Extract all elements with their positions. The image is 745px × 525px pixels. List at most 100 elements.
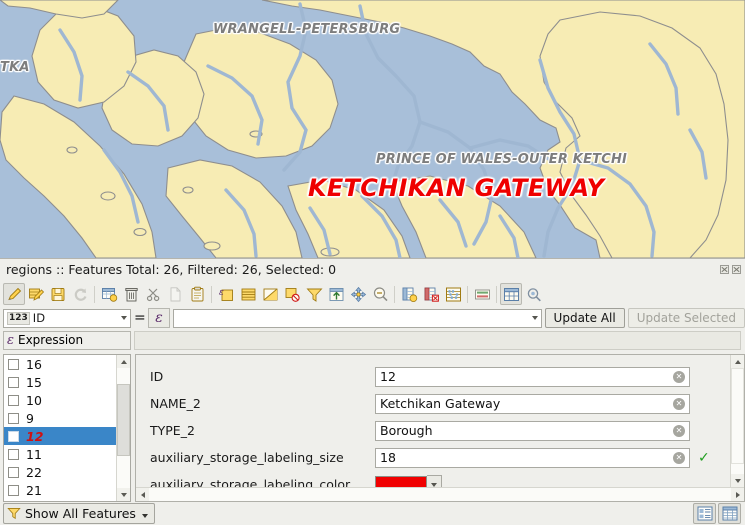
color-swatch[interactable]	[375, 476, 427, 488]
toggle-editing-button[interactable]	[3, 283, 25, 305]
form-field-value: 18	[380, 450, 396, 465]
cut-features-button[interactable]	[142, 283, 164, 305]
dock-title: regions :: Features Total: 26, Filtered:…	[6, 262, 336, 277]
delete-selected-features-button[interactable]	[120, 283, 142, 305]
form-field-input[interactable]: 18 ✕	[375, 448, 690, 468]
scroll-track[interactable]	[731, 368, 744, 474]
scroll-up-button[interactable]	[731, 355, 744, 368]
feature-checkbox[interactable]	[8, 413, 19, 424]
toolbar-separator	[467, 286, 468, 303]
pan-map-to-selected-button[interactable]	[347, 283, 369, 305]
conditional-formatting-button[interactable]	[471, 283, 493, 305]
feature-list-item[interactable]: 21	[4, 481, 116, 499]
expression-builder-button[interactable]: ε	[148, 308, 170, 328]
scissors-icon	[145, 286, 162, 303]
scroll-thumb[interactable]	[117, 384, 130, 456]
actions-button[interactable]	[522, 283, 544, 305]
update-all-button[interactable]: Update All	[545, 308, 625, 328]
clear-field-icon[interactable]: ✕	[673, 398, 685, 410]
table-view-button[interactable]	[718, 503, 741, 524]
field-select-combo[interactable]: 123 ID	[3, 309, 131, 328]
feature-list-item[interactable]: 16	[4, 355, 116, 373]
deselect-all-button[interactable]	[281, 283, 303, 305]
feature-id-label: 16	[26, 357, 42, 372]
open-field-calculator-button[interactable]	[442, 283, 464, 305]
invert-selection-button[interactable]	[259, 283, 281, 305]
feature-list-item[interactable]: 11	[4, 445, 116, 463]
toolbar-separator	[394, 286, 395, 303]
scroll-down-button[interactable]	[117, 488, 130, 501]
form-field-label: auxiliary_storage_labeling_size	[150, 450, 375, 465]
form-scroll-region: ID12✕NAME_2Ketchikan Gateway✕TYPE_2Borou…	[136, 355, 744, 487]
form-fields: ID12✕NAME_2Ketchikan Gateway✕TYPE_2Borou…	[136, 355, 730, 487]
feature-checkbox[interactable]	[8, 359, 19, 370]
feature-id-label: 10	[26, 393, 42, 408]
filter-select-button[interactable]	[303, 283, 325, 305]
form-view-button[interactable]	[693, 503, 716, 524]
copy-features-button[interactable]	[164, 283, 186, 305]
feature-list-item[interactable]: 10	[4, 391, 116, 409]
reload-table-button[interactable]	[69, 283, 91, 305]
epsilon-search-icon: ε	[7, 333, 14, 348]
move-selection-to-top-button[interactable]	[325, 283, 347, 305]
form-field-input[interactable]: 12✕	[375, 367, 690, 387]
feature-checkbox[interactable]	[8, 395, 19, 406]
scroll-down-button[interactable]	[731, 474, 744, 487]
scroll-left-button[interactable]	[136, 488, 149, 501]
scroll-thumb[interactable]	[731, 368, 744, 464]
color-dropdown-button[interactable]	[427, 475, 442, 488]
feature-list-item[interactable]: 9	[4, 409, 116, 427]
scroll-up-button[interactable]	[117, 355, 130, 368]
expression-select-combo[interactable]: ε Expression	[3, 331, 131, 350]
zoom-map-to-selected-button[interactable]	[369, 283, 391, 305]
zoom-to-selected-icon	[372, 286, 389, 303]
map-canvas[interactable]: WRANGELL-PETERSBURG TKA PRINCE OF WALES-…	[0, 0, 745, 258]
delete-field-button[interactable]	[420, 283, 442, 305]
new-field-button[interactable]	[398, 283, 420, 305]
close-icon[interactable]	[732, 265, 741, 274]
feature-list-item[interactable]: 12	[4, 427, 116, 445]
show-all-features-button[interactable]: Show All Features	[3, 503, 155, 524]
scroll-track[interactable]	[117, 368, 130, 488]
expression-value-field[interactable]	[134, 331, 741, 350]
pencil-table-icon	[28, 286, 45, 303]
save-edits-button[interactable]	[25, 283, 47, 305]
field-value-input[interactable]	[173, 309, 542, 328]
form-horizontal-scrollbar[interactable]	[136, 487, 744, 501]
deselect-all-icon	[284, 286, 301, 303]
scroll-right-button[interactable]	[731, 488, 744, 501]
form-field-value: Borough	[380, 423, 433, 438]
feature-id-label: 11	[26, 447, 42, 462]
scroll-track[interactable]	[149, 488, 731, 501]
clear-field-icon[interactable]: ✕	[673, 452, 685, 464]
feature-list-item[interactable]: 15	[4, 373, 116, 391]
move-to-top-icon	[328, 286, 345, 303]
form-field-value: Ketchikan Gateway	[380, 396, 500, 411]
paste-features-button[interactable]	[186, 283, 208, 305]
select-by-expression-button[interactable]: ε	[215, 283, 237, 305]
filter-funnel-icon	[7, 506, 21, 520]
feature-checkbox[interactable]	[8, 467, 19, 478]
table-view-icon	[722, 506, 738, 521]
color-picker[interactable]	[375, 475, 442, 488]
chevron-down-icon	[121, 493, 127, 497]
organize-columns-button[interactable]	[500, 283, 522, 305]
trash-icon	[123, 286, 140, 303]
feature-checkbox[interactable]	[8, 485, 19, 496]
select-all-button[interactable]	[237, 283, 259, 305]
feature-checkbox[interactable]	[8, 431, 19, 442]
save-layer-edits-button[interactable]	[47, 283, 69, 305]
clear-field-icon[interactable]: ✕	[673, 425, 685, 437]
clear-field-icon[interactable]: ✕	[673, 371, 685, 383]
feature-list-scrollbar[interactable]	[116, 355, 130, 501]
form-field-input[interactable]: Ketchikan Gateway ✕	[375, 394, 690, 414]
feature-list-item[interactable]: 22	[4, 463, 116, 481]
update-selected-button[interactable]: Update Selected	[628, 308, 745, 328]
feature-list[interactable]: 1615 10912 112221	[4, 355, 116, 501]
form-vertical-scrollbar[interactable]	[730, 355, 744, 487]
feature-checkbox[interactable]	[8, 377, 19, 388]
feature-checkbox[interactable]	[8, 449, 19, 460]
add-feature-button[interactable]	[98, 283, 120, 305]
form-field-input[interactable]: Borough ✕	[375, 421, 690, 441]
float-button[interactable]	[720, 265, 729, 274]
